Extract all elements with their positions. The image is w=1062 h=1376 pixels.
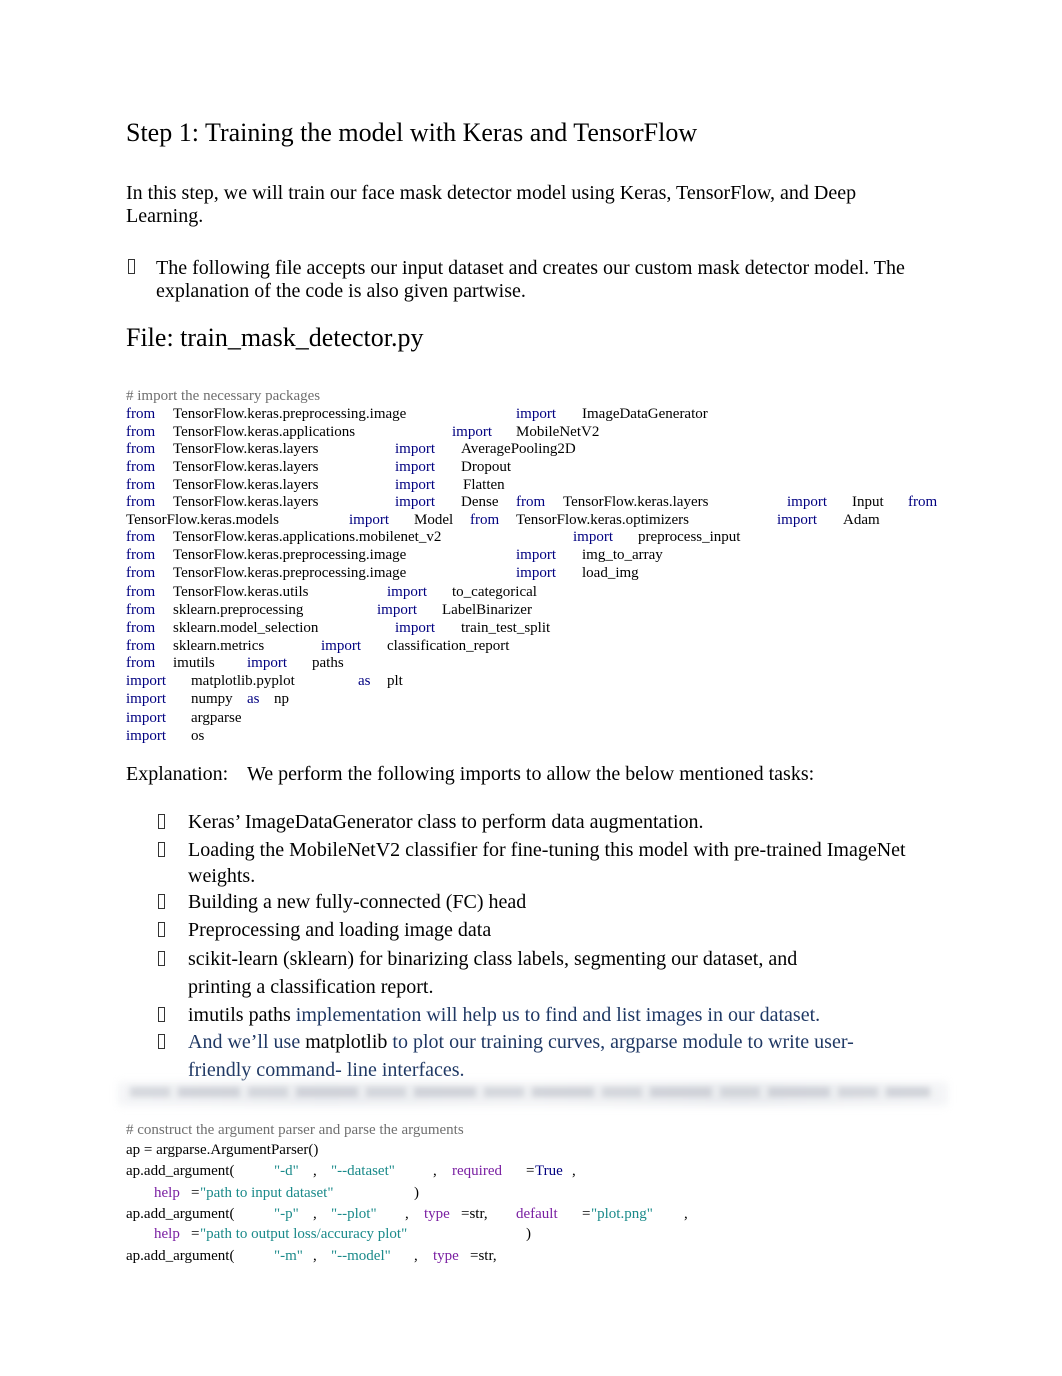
bullet-icon bbox=[158, 1034, 165, 1049]
explanation-text: We perform the following imports to allo… bbox=[247, 763, 815, 785]
explanation-label: Explanation: bbox=[126, 763, 229, 785]
code-line: ap = argparse.ArgumentParser() bbox=[126, 1142, 319, 1158]
bullet-icon bbox=[158, 894, 165, 909]
code-comment: # import the necessary packages bbox=[126, 388, 321, 404]
code-comment: # construct the argument parser and pars… bbox=[126, 1122, 464, 1138]
file-heading: File: train_mask_detector.py bbox=[126, 323, 424, 352]
bullet-icon bbox=[158, 922, 165, 937]
blurred-text bbox=[130, 1087, 930, 1097]
bullet-icon bbox=[158, 951, 165, 966]
bullet-icon bbox=[128, 259, 135, 274]
page-title: Step 1: Training the model with Keras an… bbox=[126, 118, 698, 147]
bullet-icon bbox=[158, 842, 165, 857]
bullet-icon bbox=[158, 1007, 165, 1022]
bullet-icon bbox=[158, 814, 165, 829]
intro-bullet-text: The following file accepts our input dat… bbox=[156, 257, 905, 302]
intro-paragraph: In this step, we will train our face mas… bbox=[126, 182, 857, 227]
